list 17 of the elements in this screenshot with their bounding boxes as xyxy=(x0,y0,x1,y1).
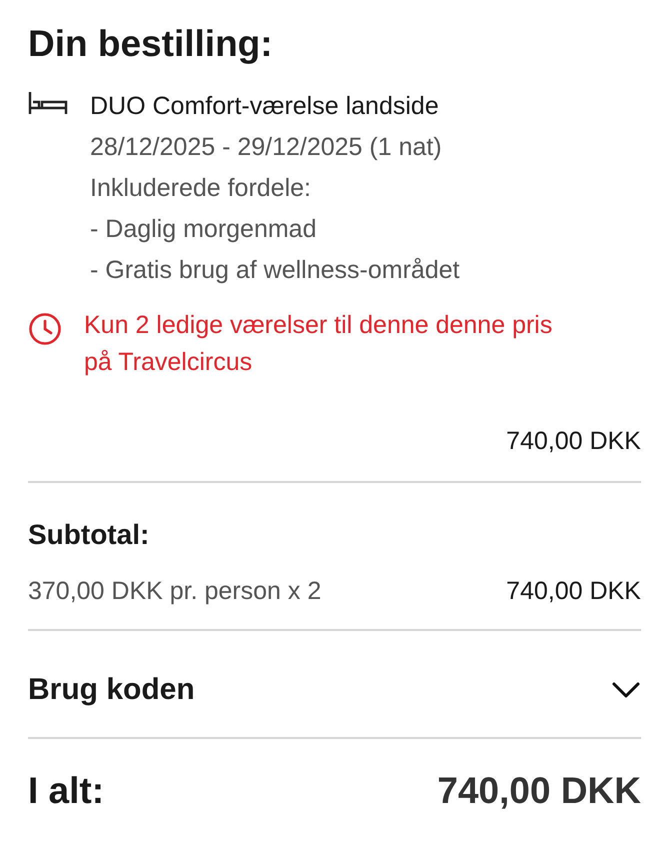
room-price: 740,00 DKK xyxy=(505,426,641,457)
benefit-item: - Daglig morgenmad xyxy=(90,214,318,245)
chevron-down-icon xyxy=(611,681,641,699)
availability-warning: Kun 2 ledige værelser til denne denne pris på Travelcircus xyxy=(84,310,554,378)
subtotal-label: Subtotal: xyxy=(28,518,150,552)
bed-icon xyxy=(28,92,68,114)
total-amount: 740,00 DKK xyxy=(437,769,641,813)
discount-code-toggle[interactable]: Brug koden xyxy=(28,670,641,710)
subtotal-amount: 740,00 DKK xyxy=(506,576,641,607)
benefit-item: - Gratis brug af wellness-området xyxy=(90,255,460,286)
summary-title: Din bestilling: xyxy=(28,22,274,66)
total-label: I alt: xyxy=(28,769,104,813)
room-name: DUO Comfort-værelse landside xyxy=(90,91,440,122)
benefits-heading: Inkluderede fordele: xyxy=(90,173,312,204)
clock-icon xyxy=(28,312,62,346)
stay-dates: 28/12/2025 - 29/12/2025 (1 nat) xyxy=(90,132,443,163)
price-per-person: 370,00 DKK pr. person x 2 xyxy=(28,576,322,607)
